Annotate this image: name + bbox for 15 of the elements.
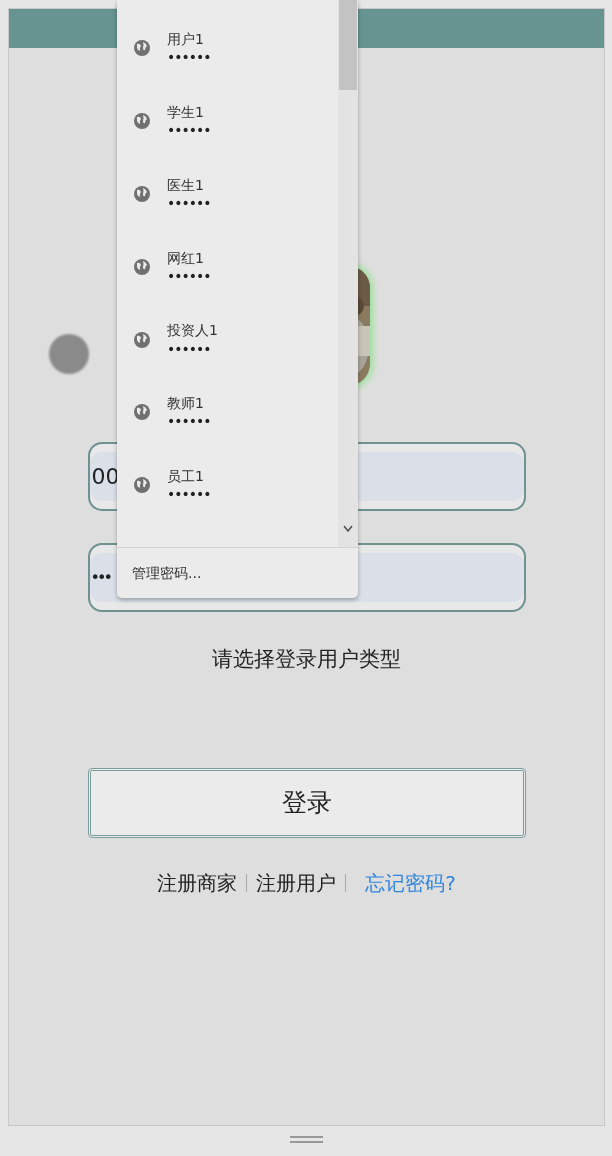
user-type-prompt: 请选择登录用户类型 [211, 646, 402, 673]
saved-username: 教师1 [167, 394, 205, 413]
saved-username: 员工1 [167, 467, 205, 486]
saved-username: 投资人1 [167, 321, 218, 340]
saved-username: 医生1 [167, 175, 205, 194]
saved-username: 学生1 [167, 103, 205, 122]
saved-password: •••••• [167, 121, 211, 140]
saved-username: 用户1 [167, 30, 205, 49]
saved-username: 网红1 [167, 248, 205, 267]
saved-password: •••••• [167, 194, 211, 213]
saved-password: •••••• [167, 485, 211, 504]
saved-password: •••••• [167, 266, 211, 285]
saved-password: •••••• [167, 412, 211, 431]
saved-password: •••••• [167, 48, 211, 67]
saved-password: •••••• [167, 339, 212, 358]
